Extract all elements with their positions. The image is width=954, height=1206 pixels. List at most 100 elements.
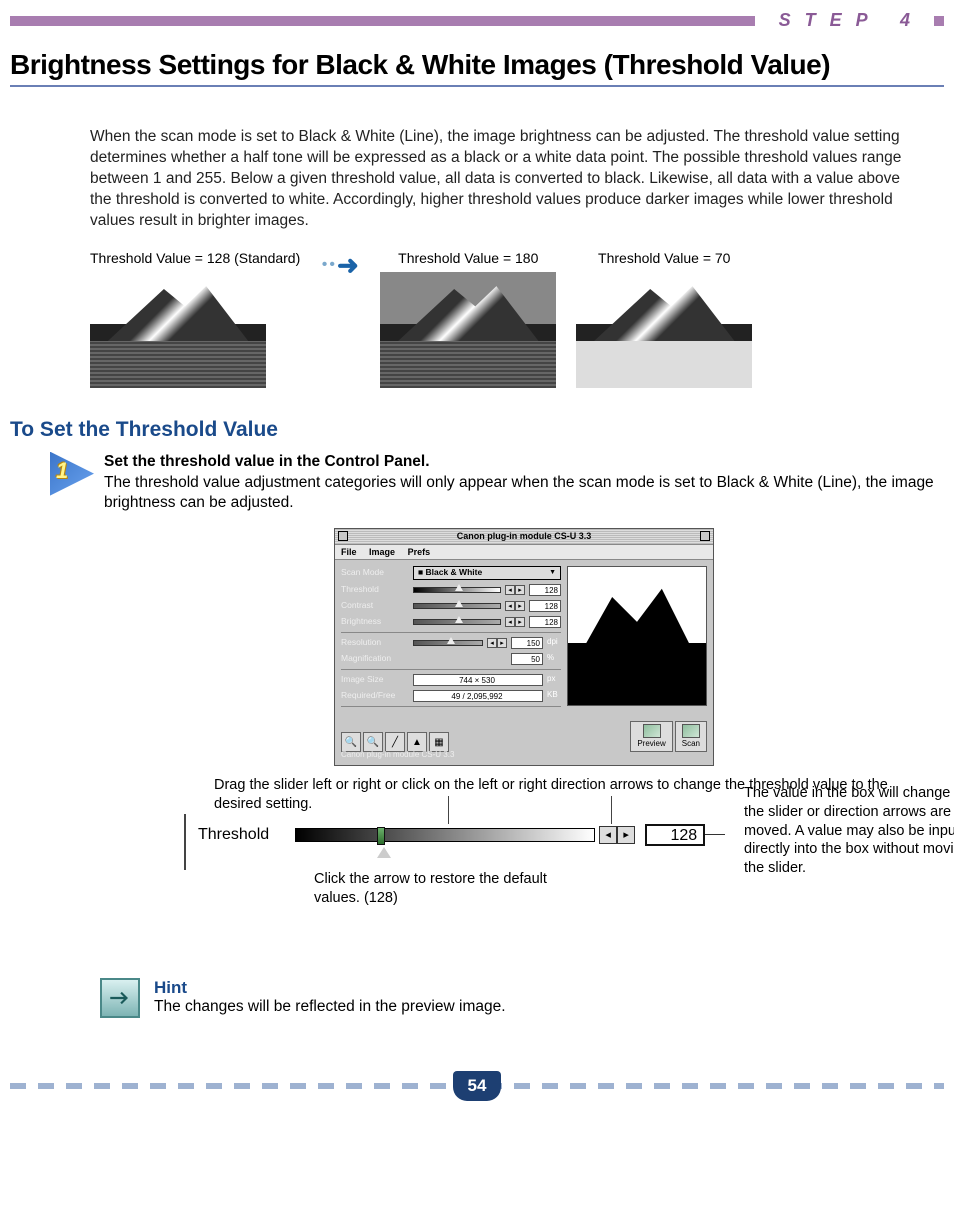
threshold-row: Threshold ◂ ▸ 128: [341, 584, 561, 596]
controls-column: Scan Mode ■ Black & White ▼ Threshold ◂: [341, 566, 561, 711]
contrast-value[interactable]: 128: [529, 600, 561, 612]
reset-arrow-icon[interactable]: [377, 847, 391, 858]
resolution-unit: dpi: [547, 637, 561, 648]
menu-image[interactable]: Image: [369, 547, 395, 557]
close-icon[interactable]: [338, 531, 348, 541]
contrast-row: Contrast ◂ ▸ 128: [341, 600, 561, 612]
resolution-increment[interactable]: ▸: [497, 638, 507, 648]
scan-mode-row: Scan Mode ■ Black & White ▼: [341, 566, 561, 580]
magnification-row: Magnification 50 %: [341, 653, 561, 665]
panel-status: Canon plug-in module CS-U 3.3: [335, 750, 713, 765]
title-underline: [10, 85, 944, 87]
threshold-figure-increment[interactable]: ▸: [617, 826, 635, 844]
step-body-text: The threshold value adjustment categorie…: [104, 474, 934, 512]
reset-arrow-annotation: Click the arrow to restore the default v…: [314, 870, 574, 908]
threshold-slider[interactable]: [413, 587, 501, 593]
page-footer: 54: [10, 1068, 944, 1104]
contrast-label: Contrast: [341, 600, 409, 611]
example-70: Threshold Value = 70: [576, 250, 752, 388]
menu-file[interactable]: File: [341, 547, 357, 557]
hint-icon: [100, 978, 140, 1018]
resolution-label: Resolution: [341, 637, 409, 648]
threshold-slider-figure: Threshold ◂ ▸ 128 The value in the box w…: [184, 824, 944, 846]
example-caption: Threshold Value = 128 (Standard): [90, 250, 300, 266]
required-free-value: 49 / 2,095,992: [413, 690, 543, 702]
brightness-increment[interactable]: ▸: [515, 617, 525, 627]
scan-button[interactable]: Scan: [675, 721, 707, 753]
brightness-row: Brightness ◂ ▸ 128: [341, 616, 561, 628]
step-number-badge: 1: [50, 452, 94, 496]
hint-title: Hint: [154, 978, 506, 998]
threshold-figure-label: Threshold: [184, 824, 295, 846]
arrow-icon: ••➜: [320, 250, 360, 281]
step-1: 1 Set the threshold value in the Control…: [50, 452, 944, 948]
intro-paragraph: When the scan mode is set to Black & Whi…: [90, 127, 904, 232]
section-heading: To Set the Threshold Value: [10, 418, 944, 442]
window-title: Canon plug-in module CS-U 3.3: [457, 531, 592, 541]
scan-mode-dropdown[interactable]: ■ Black & White ▼: [413, 566, 561, 580]
menu-bar: File Image Prefs: [335, 545, 713, 560]
example-standard: Threshold Value = 128 (Standard): [90, 250, 300, 388]
brightness-label: Brightness: [341, 616, 409, 627]
step-bold-text: Set the threshold value in the Control P…: [104, 453, 430, 470]
window-titlebar: Canon plug-in module CS-U 3.3: [335, 529, 713, 544]
page-title: Brightness Settings for Black & White Im…: [10, 49, 944, 81]
hint-block: Hint The changes will be reflected in th…: [100, 978, 944, 1018]
threshold-label: Threshold: [341, 584, 409, 595]
example-thumbnail: [380, 272, 556, 388]
required-free-label: Required/Free: [341, 690, 409, 701]
zoom-icon[interactable]: [700, 531, 710, 541]
threshold-figure-decrement[interactable]: ◂: [599, 826, 617, 844]
resolution-decrement[interactable]: ◂: [487, 638, 497, 648]
header-bar: STEP 4: [10, 10, 944, 31]
resolution-row: Resolution ◂ ▸ 150 dpi: [341, 637, 561, 649]
preview-icon: [643, 724, 661, 738]
zoom-in-icon[interactable]: 🔍: [341, 732, 361, 752]
threshold-decrement[interactable]: ◂: [505, 585, 515, 595]
example-caption: Threshold Value = 70: [576, 250, 752, 266]
image-size-unit: px: [547, 674, 561, 685]
preview-button[interactable]: Preview: [630, 721, 672, 753]
required-free-unit: KB: [547, 690, 561, 701]
value-box-annotation: The value in the box will change as the …: [744, 784, 954, 878]
scan-icon: [682, 724, 700, 738]
zoom-out-icon[interactable]: 🔍: [363, 732, 383, 752]
contrast-slider[interactable]: [413, 603, 501, 609]
magnification-value[interactable]: 50: [511, 653, 543, 665]
image-size-label: Image Size: [341, 674, 409, 685]
magnification-label: Magnification: [341, 653, 409, 664]
example-thumbnail: [576, 272, 752, 388]
threshold-value[interactable]: 128: [529, 584, 561, 596]
step-number: 1: [56, 458, 68, 484]
control-panel-window: Canon plug-in module CS-U 3.3 File Image…: [334, 528, 714, 766]
magnification-unit: %: [547, 653, 561, 664]
image-icon[interactable]: ▦: [429, 732, 449, 752]
brightness-slider[interactable]: [413, 619, 501, 625]
threshold-figure-slider[interactable]: [295, 828, 595, 842]
threshold-figure-value[interactable]: 128: [645, 824, 705, 846]
step-label: STEP 4: [755, 10, 934, 31]
required-free-row: Required/Free 49 / 2,095,992 KB: [341, 690, 561, 702]
rotate-icon[interactable]: ▲: [407, 732, 427, 752]
contrast-increment[interactable]: ▸: [515, 601, 525, 611]
threshold-examples: Threshold Value = 128 (Standard) ••➜ Thr…: [90, 250, 944, 388]
example-thumbnail: [90, 272, 266, 388]
brightness-decrement[interactable]: ◂: [505, 617, 515, 627]
image-size-value: 744 × 530: [413, 674, 543, 686]
resolution-value[interactable]: 150: [511, 637, 543, 649]
contrast-decrement[interactable]: ◂: [505, 601, 515, 611]
resolution-slider[interactable]: [413, 640, 483, 646]
menu-prefs[interactable]: Prefs: [408, 547, 431, 557]
scan-mode-value: ■ Black & White: [418, 567, 482, 578]
hint-text: The changes will be reflected in the pre…: [154, 998, 506, 1016]
example-caption: Threshold Value = 180: [380, 250, 556, 266]
chevron-down-icon: ▼: [549, 568, 556, 577]
threshold-increment[interactable]: ▸: [515, 585, 525, 595]
brightness-value[interactable]: 128: [529, 616, 561, 628]
slider-handle[interactable]: [377, 827, 385, 845]
page-number: 54: [453, 1071, 501, 1101]
control-panel-figure: Canon plug-in module CS-U 3.3 File Image…: [334, 528, 714, 766]
preview-area: [567, 566, 707, 706]
header-rule-right: [934, 16, 944, 26]
eyedropper-icon[interactable]: ╱: [385, 732, 405, 752]
